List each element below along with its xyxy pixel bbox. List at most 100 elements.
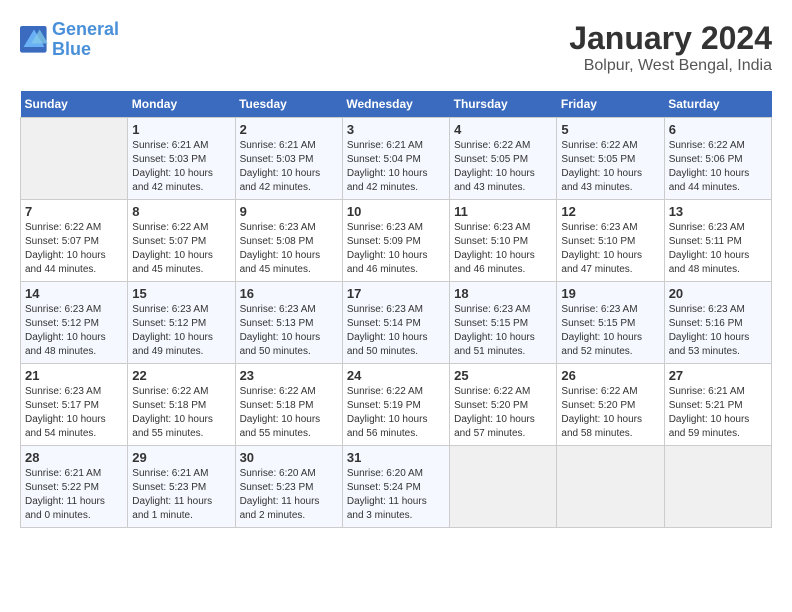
day-number: 18 <box>454 286 552 301</box>
calendar-cell: 6 Sunrise: 6:22 AM Sunset: 5:06 PM Daylig… <box>664 118 771 200</box>
day-info: Sunrise: 6:22 AM Sunset: 5:20 PM Dayligh… <box>454 385 552 441</box>
day-number: 10 <box>347 204 445 219</box>
day-number: 24 <box>347 368 445 383</box>
day-info: Sunrise: 6:21 AM Sunset: 5:21 PM Dayligh… <box>669 385 767 441</box>
logo-icon <box>20 26 48 54</box>
month-title: January 2024 <box>569 20 772 57</box>
day-number: 19 <box>561 286 659 301</box>
calendar-cell: 23Sunrise: 6:22 AM Sunset: 5:18 PM Dayli… <box>235 364 342 446</box>
day-number: 16 <box>240 286 338 301</box>
logo-line1: General <box>52 19 119 39</box>
day-info: Sunrise: 6:22 AM Sunset: 5:20 PM Dayligh… <box>561 385 659 441</box>
day-info: Sunrise: 6:23 AM Sunset: 5:10 PM Dayligh… <box>454 221 552 277</box>
day-number: 2 <box>240 122 338 137</box>
day-info: Sunrise: 6:21 AM Sunset: 5:04 PM Dayligh… <box>347 139 445 195</box>
day-number: 22 <box>132 368 230 383</box>
calendar-cell: 5 Sunrise: 6:22 AM Sunset: 5:05 PM Daylig… <box>557 118 664 200</box>
calendar-cell: 4 Sunrise: 6:22 AM Sunset: 5:05 PM Daylig… <box>450 118 557 200</box>
day-number: 31 <box>347 450 445 465</box>
day-number: 12 <box>561 204 659 219</box>
calendar-cell: 9Sunrise: 6:23 AM Sunset: 5:08 PM Daylig… <box>235 200 342 282</box>
calendar-cell: 12 Sunrise: 6:23 AM Sunset: 5:10 PM Dayli… <box>557 200 664 282</box>
day-number: 3 <box>347 122 445 137</box>
weekday-header: Thursday <box>450 91 557 118</box>
day-info: Sunrise: 6:23 AM Sunset: 5:09 PM Dayligh… <box>347 221 445 277</box>
day-info: Sunrise: 6:22 AM Sunset: 5:05 PM Dayligh… <box>454 139 552 195</box>
calendar-cell: 30 Sunrise: 6:20 AM Sunset: 5:23 PM Dayli… <box>235 446 342 528</box>
calendar-body: 1Sunrise: 6:21 AM Sunset: 5:03 PM Daylig… <box>21 118 772 528</box>
calendar-table: SundayMondayTuesdayWednesdayThursdayFrid… <box>20 91 772 528</box>
logo-line2: Blue <box>52 39 91 59</box>
weekday-row: SundayMondayTuesdayWednesdayThursdayFrid… <box>21 91 772 118</box>
day-info: Sunrise: 6:23 AM Sunset: 5:13 PM Dayligh… <box>240 303 338 359</box>
day-number: 4 <box>454 122 552 137</box>
day-info: Sunrise: 6:22 AM Sunset: 5:05 PM Dayligh… <box>561 139 659 195</box>
day-number: 20 <box>669 286 767 301</box>
day-info: Sunrise: 6:22 AM Sunset: 5:06 PM Dayligh… <box>669 139 767 195</box>
calendar-cell <box>557 446 664 528</box>
calendar-cell: 14Sunrise: 6:23 AM Sunset: 5:12 PM Dayli… <box>21 282 128 364</box>
day-info: Sunrise: 6:20 AM Sunset: 5:24 PM Dayligh… <box>347 467 445 523</box>
day-number: 7 <box>25 204 123 219</box>
day-info: Sunrise: 6:23 AM Sunset: 5:17 PM Dayligh… <box>25 385 123 441</box>
day-info: Sunrise: 6:23 AM Sunset: 5:15 PM Dayligh… <box>561 303 659 359</box>
page-header: General Blue January 2024 Bolpur, West B… <box>20 20 772 75</box>
weekday-header: Friday <box>557 91 664 118</box>
calendar-cell: 22 Sunrise: 6:22 AM Sunset: 5:18 PM Dayli… <box>128 364 235 446</box>
day-number: 28 <box>25 450 123 465</box>
weekday-header: Tuesday <box>235 91 342 118</box>
calendar-week-row: 1Sunrise: 6:21 AM Sunset: 5:03 PM Daylig… <box>21 118 772 200</box>
calendar-cell: 16 Sunrise: 6:23 AM Sunset: 5:13 PM Dayli… <box>235 282 342 364</box>
day-info: Sunrise: 6:23 AM Sunset: 5:16 PM Dayligh… <box>669 303 767 359</box>
day-number: 30 <box>240 450 338 465</box>
calendar-cell: 17 Sunrise: 6:23 AM Sunset: 5:14 PM Dayli… <box>342 282 449 364</box>
day-info: Sunrise: 6:22 AM Sunset: 5:07 PM Dayligh… <box>25 221 123 277</box>
day-number: 5 <box>561 122 659 137</box>
calendar-cell: 3 Sunrise: 6:21 AM Sunset: 5:04 PM Daylig… <box>342 118 449 200</box>
day-info: Sunrise: 6:23 AM Sunset: 5:12 PM Dayligh… <box>25 303 123 359</box>
day-number: 17 <box>347 286 445 301</box>
title-block: January 2024 Bolpur, West Bengal, India <box>569 20 772 75</box>
calendar-cell: 11 Sunrise: 6:23 AM Sunset: 5:10 PM Dayli… <box>450 200 557 282</box>
weekday-header: Saturday <box>664 91 771 118</box>
day-info: Sunrise: 6:22 AM Sunset: 5:07 PM Dayligh… <box>132 221 230 277</box>
day-number: 1 <box>132 122 230 137</box>
calendar-cell: 29Sunrise: 6:21 AM Sunset: 5:23 PM Dayli… <box>128 446 235 528</box>
day-info: Sunrise: 6:23 AM Sunset: 5:10 PM Dayligh… <box>561 221 659 277</box>
calendar-week-row: 14Sunrise: 6:23 AM Sunset: 5:12 PM Dayli… <box>21 282 772 364</box>
calendar-week-row: 21 Sunrise: 6:23 AM Sunset: 5:17 PM Dayli… <box>21 364 772 446</box>
weekday-header: Monday <box>128 91 235 118</box>
day-info: Sunrise: 6:21 AM Sunset: 5:23 PM Dayligh… <box>132 467 230 523</box>
day-info: Sunrise: 6:23 AM Sunset: 5:15 PM Dayligh… <box>454 303 552 359</box>
day-number: 8 <box>132 204 230 219</box>
calendar-cell: 2Sunrise: 6:21 AM Sunset: 5:03 PM Daylig… <box>235 118 342 200</box>
calendar-cell: 24 Sunrise: 6:22 AM Sunset: 5:19 PM Dayli… <box>342 364 449 446</box>
day-info: Sunrise: 6:23 AM Sunset: 5:12 PM Dayligh… <box>132 303 230 359</box>
calendar-cell <box>21 118 128 200</box>
day-info: Sunrise: 6:20 AM Sunset: 5:23 PM Dayligh… <box>240 467 338 523</box>
day-number: 11 <box>454 204 552 219</box>
day-number: 25 <box>454 368 552 383</box>
day-number: 21 <box>25 368 123 383</box>
calendar-week-row: 28Sunrise: 6:21 AM Sunset: 5:22 PM Dayli… <box>21 446 772 528</box>
calendar-cell: 15 Sunrise: 6:23 AM Sunset: 5:12 PM Dayli… <box>128 282 235 364</box>
calendar-cell: 26Sunrise: 6:22 AM Sunset: 5:20 PM Dayli… <box>557 364 664 446</box>
calendar-cell: 8 Sunrise: 6:22 AM Sunset: 5:07 PM Daylig… <box>128 200 235 282</box>
day-info: Sunrise: 6:23 AM Sunset: 5:08 PM Dayligh… <box>240 221 338 277</box>
day-info: Sunrise: 6:22 AM Sunset: 5:19 PM Dayligh… <box>347 385 445 441</box>
day-number: 15 <box>132 286 230 301</box>
day-info: Sunrise: 6:23 AM Sunset: 5:14 PM Dayligh… <box>347 303 445 359</box>
day-info: Sunrise: 6:22 AM Sunset: 5:18 PM Dayligh… <box>132 385 230 441</box>
calendar-cell <box>450 446 557 528</box>
weekday-header: Wednesday <box>342 91 449 118</box>
day-number: 6 <box>669 122 767 137</box>
calendar-cell: 31 Sunrise: 6:20 AM Sunset: 5:24 PM Dayli… <box>342 446 449 528</box>
calendar-cell: 10 Sunrise: 6:23 AM Sunset: 5:09 PM Dayli… <box>342 200 449 282</box>
calendar-cell: 13Sunrise: 6:23 AM Sunset: 5:11 PM Dayli… <box>664 200 771 282</box>
calendar-cell: 20 Sunrise: 6:23 AM Sunset: 5:16 PM Dayli… <box>664 282 771 364</box>
day-info: Sunrise: 6:22 AM Sunset: 5:18 PM Dayligh… <box>240 385 338 441</box>
calendar-cell: 28Sunrise: 6:21 AM Sunset: 5:22 PM Dayli… <box>21 446 128 528</box>
logo-text: General Blue <box>52 20 119 60</box>
day-info: Sunrise: 6:23 AM Sunset: 5:11 PM Dayligh… <box>669 221 767 277</box>
calendar-cell: 1Sunrise: 6:21 AM Sunset: 5:03 PM Daylig… <box>128 118 235 200</box>
